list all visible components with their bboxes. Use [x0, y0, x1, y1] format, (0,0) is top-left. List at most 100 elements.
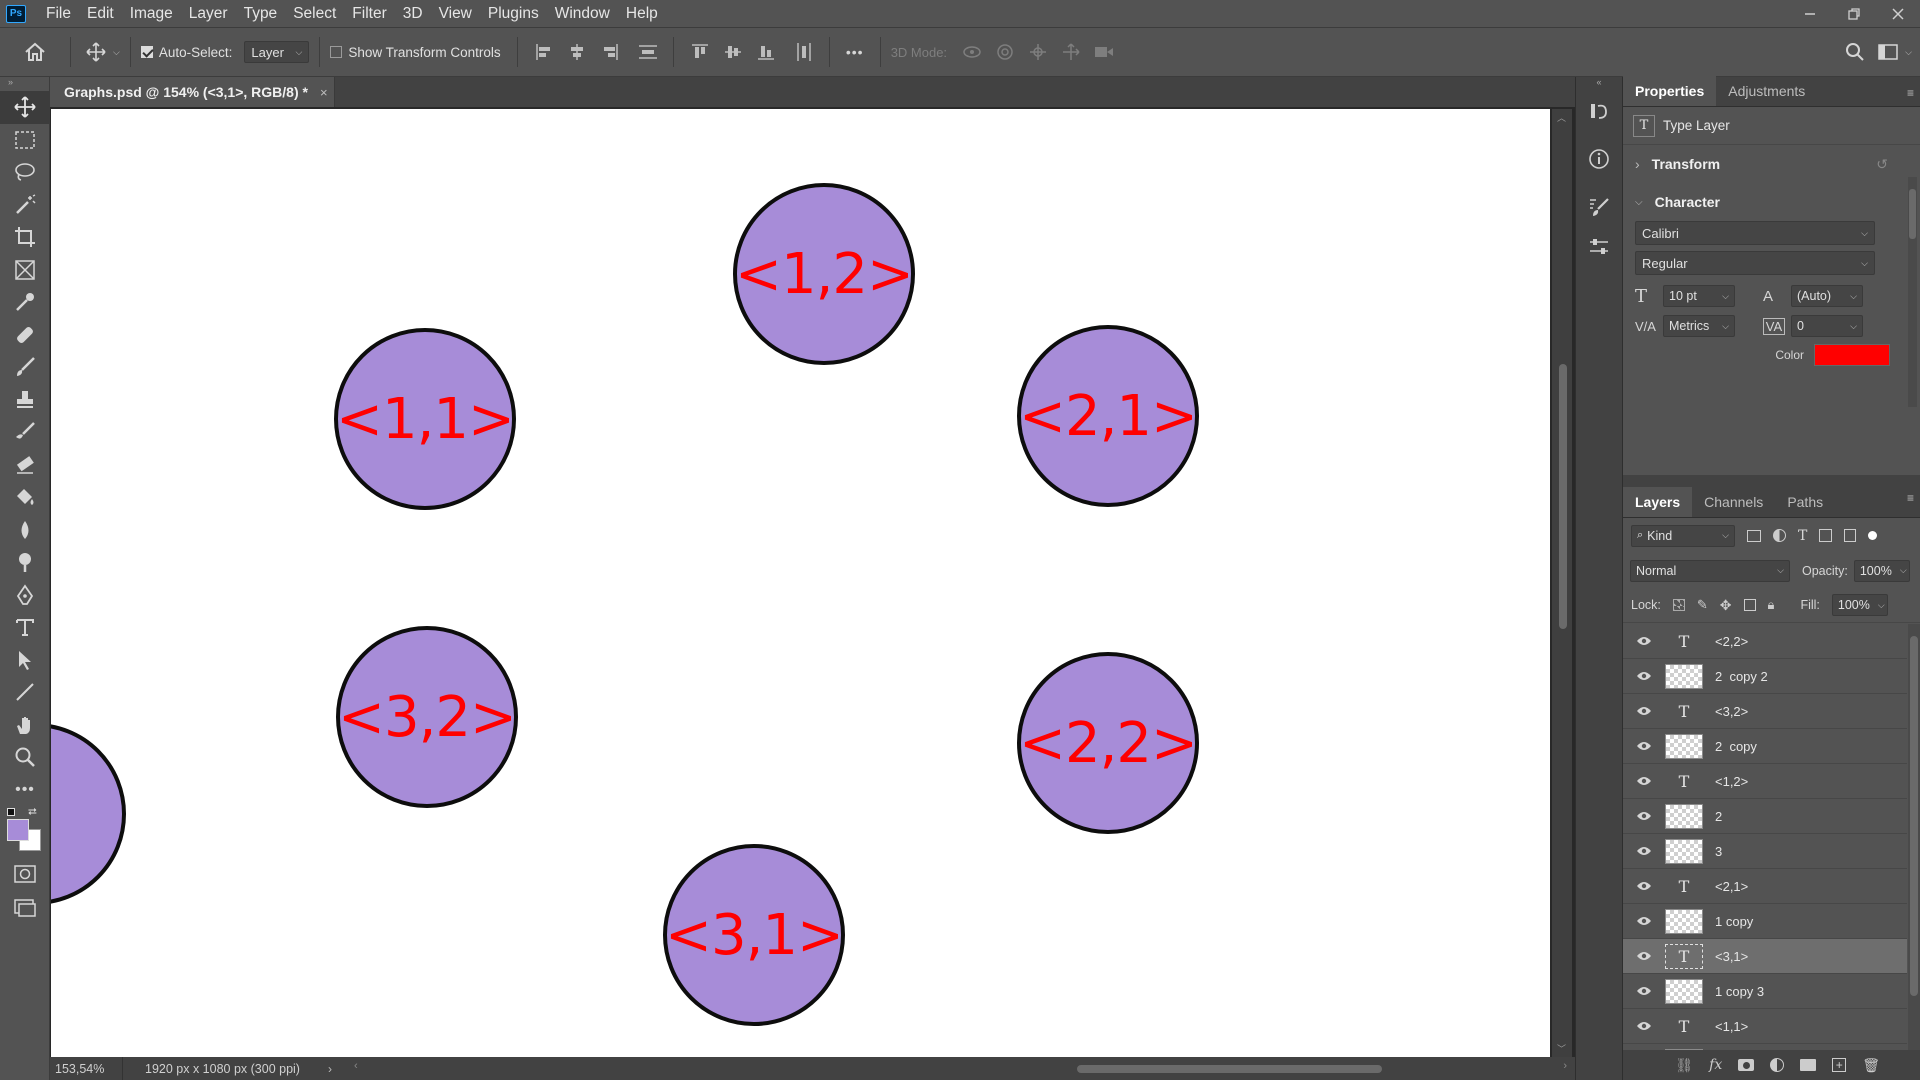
- collapse-panels-icon[interactable]: «: [1576, 77, 1622, 91]
- graph-node[interactable]: <2,2>: [1017, 652, 1199, 834]
- auto-select-target-dropdown[interactable]: Layer ⌵: [244, 41, 310, 63]
- layer-row[interactable]: 2 copy: [1623, 729, 1907, 764]
- layer-row[interactable]: 1 copy: [1623, 904, 1907, 939]
- move-tool-icon[interactable]: [0, 91, 50, 124]
- transform-section[interactable]: › Transform ↺: [1623, 145, 1920, 183]
- lock-position-icon[interactable]: ✥: [1720, 597, 1732, 614]
- layer-row[interactable]: 1 copy 3: [1623, 974, 1907, 1009]
- character-section[interactable]: ⌵ Character: [1623, 183, 1920, 221]
- align-horizontal-centers-icon[interactable]: [561, 43, 594, 61]
- tab-properties[interactable]: Properties: [1623, 76, 1717, 106]
- status-menu-icon[interactable]: ›: [328, 1062, 352, 1076]
- video-camera-icon[interactable]: [1087, 44, 1120, 60]
- layer-row[interactable]: T <1,1>: [1623, 1009, 1907, 1044]
- blend-mode-dropdown[interactable]: Normal ⌵: [1630, 559, 1790, 582]
- align-left-edges-icon[interactable]: [528, 43, 561, 61]
- filter-type-icon[interactable]: T: [1798, 528, 1807, 544]
- eye-icon[interactable]: [1623, 636, 1665, 646]
- align-bottom-edges-icon[interactable]: [750, 43, 783, 61]
- tab-layers[interactable]: Layers: [1623, 487, 1693, 517]
- lock-all-icon[interactable]: 🔒︎: [1768, 597, 1775, 613]
- default-colors-icon[interactable]: [7, 808, 15, 816]
- chevron-down-icon[interactable]: ⌵: [1905, 47, 1912, 58]
- home-icon[interactable]: [0, 42, 70, 62]
- horizontal-scrollbar[interactable]: ‹ ›: [352, 1057, 1575, 1080]
- font-style-dropdown[interactable]: Regular ⌵: [1635, 251, 1875, 275]
- align-right-edges-icon[interactable]: [594, 43, 627, 61]
- font-size-dropdown[interactable]: 10 pt ⌵: [1663, 285, 1735, 307]
- filter-adjustment-icon[interactable]: [1773, 529, 1786, 542]
- kerning-dropdown[interactable]: Metrics ⌵: [1663, 315, 1735, 337]
- filter-toggle-icon[interactable]: [1868, 531, 1878, 540]
- properties-scroll-thumb[interactable]: [1909, 189, 1916, 239]
- layer-style-icon[interactable]: fx: [1709, 1057, 1722, 1073]
- eye-icon[interactable]: [1623, 741, 1665, 751]
- filter-smart-object-icon[interactable]: [1844, 529, 1857, 542]
- menu-view[interactable]: View: [431, 0, 480, 27]
- marquee-tool-icon[interactable]: [0, 124, 50, 157]
- show-transform-controls-checkbox[interactable]: [330, 46, 343, 58]
- graph-node[interactable]: <1,2>: [733, 183, 915, 365]
- graph-node[interactable]: <1,1>: [334, 328, 516, 510]
- align-top-edges-icon[interactable]: [684, 43, 717, 61]
- document-info[interactable]: 1920 px x 1080 px (300 ppi): [123, 1062, 328, 1076]
- menu-layer[interactable]: Layer: [181, 0, 236, 27]
- more-options-icon[interactable]: •••: [840, 44, 870, 60]
- menu-filter[interactable]: Filter: [344, 0, 394, 27]
- layer-row[interactable]: T <3,1>: [1623, 939, 1907, 974]
- eye-icon[interactable]: [1623, 776, 1665, 786]
- screen-mode-icon[interactable]: [0, 891, 50, 924]
- menu-help[interactable]: Help: [618, 0, 666, 27]
- vertical-scrollbar[interactable]: ︿ ﹀: [1552, 109, 1572, 1057]
- new-group-icon[interactable]: [1800, 1059, 1817, 1071]
- layer-filter-dropdown[interactable]: ⌕ Kind ⌵: [1631, 524, 1735, 547]
- new-layer-icon[interactable]: +: [1832, 1058, 1847, 1072]
- tab-channels[interactable]: Channels: [1692, 487, 1775, 517]
- restore-icon[interactable]: [1832, 0, 1876, 27]
- layer-row[interactable]: 2: [1623, 799, 1907, 834]
- frame-tool-icon[interactable]: [0, 254, 50, 287]
- lock-image-pixels-icon[interactable]: ✎: [1697, 597, 1708, 613]
- workspace-switcher-icon[interactable]: [1873, 43, 1903, 61]
- edit-toolbar-icon[interactable]: •••: [0, 774, 50, 807]
- move-tool-preset-icon[interactable]: [81, 42, 111, 62]
- swap-colors-icon[interactable]: ⮂: [28, 806, 37, 819]
- layers-scroll-thumb[interactable]: [1910, 636, 1918, 996]
- lock-artboard-icon[interactable]: [1743, 599, 1756, 611]
- eye-icon[interactable]: [1623, 846, 1665, 856]
- blur-tool-icon[interactable]: [0, 514, 50, 547]
- paint-bucket-tool-icon[interactable]: [0, 481, 50, 514]
- quick-mask-icon[interactable]: [0, 858, 50, 891]
- align-vertical-centers-icon[interactable]: [717, 43, 750, 61]
- graph-node[interactable]: <3,2>: [336, 626, 518, 808]
- properties-scrollbar[interactable]: [1908, 177, 1917, 407]
- dodge-tool-icon[interactable]: [0, 546, 50, 579]
- document-tab[interactable]: Graphs.psd @ 154% (<3,1>, RGB/8) * ×: [50, 77, 335, 107]
- font-family-dropdown[interactable]: Calibri ⌵: [1635, 221, 1875, 245]
- crop-tool-icon[interactable]: [0, 221, 50, 254]
- search-icon[interactable]: [1837, 42, 1873, 62]
- clone-stamp-tool-icon[interactable]: [0, 384, 50, 417]
- layers-scrollbar[interactable]: [1908, 624, 1920, 1050]
- collapse-toolbar-icon[interactable]: »: [0, 77, 49, 91]
- healing-brush-tool-icon[interactable]: [0, 319, 50, 352]
- delete-layer-icon[interactable]: 🗑︎: [1862, 1057, 1880, 1074]
- magic-wand-tool-icon[interactable]: [0, 189, 50, 222]
- scroll-up-icon[interactable]: ︿: [1557, 111, 1566, 124]
- scroll-left-icon[interactable]: ‹: [354, 1060, 358, 1072]
- layer-row[interactable]: T <2,1>: [1623, 869, 1907, 904]
- menu-image[interactable]: Image: [122, 0, 181, 27]
- canvas[interactable]: <1,2> <1,1> <2,1> <3,2> <2,2> <3,1>: [51, 109, 1550, 1057]
- auto-select-checkbox[interactable]: [140, 46, 153, 58]
- fill-field[interactable]: 100% ⌵: [1831, 594, 1888, 616]
- type-tool-icon[interactable]: [0, 611, 50, 644]
- layer-row[interactable]: 2 copy 2: [1623, 659, 1907, 694]
- vertical-scroll-thumb[interactable]: [1559, 364, 1567, 629]
- menu-select[interactable]: Select: [285, 0, 344, 27]
- leading-dropdown[interactable]: (Auto) ⌵: [1791, 285, 1863, 307]
- hand-tool-icon[interactable]: [0, 709, 50, 742]
- eye-icon[interactable]: [1623, 916, 1665, 926]
- link-layers-icon[interactable]: ⛓︎: [1675, 1057, 1693, 1074]
- reset-transform-icon[interactable]: ↺: [1876, 156, 1888, 173]
- menu-file[interactable]: File: [38, 0, 79, 27]
